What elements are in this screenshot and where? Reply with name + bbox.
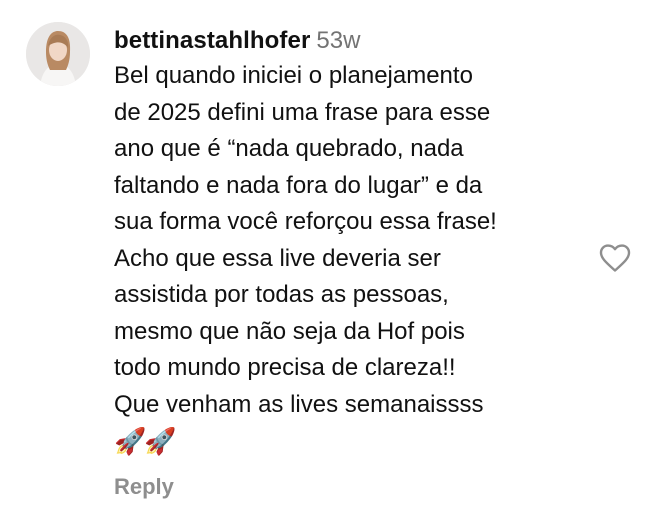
- comment-line: assistida por todas as pessoas,: [114, 281, 449, 308]
- comment-header: bettinastahlhofer 53w: [114, 24, 594, 58]
- username-link[interactable]: bettinastahlhofer: [114, 27, 310, 54]
- comment-body: bettinastahlhofer 53w Bel quando iniciei …: [114, 24, 594, 459]
- comment-line: todo mundo precisa de clareza!!: [114, 354, 456, 381]
- comment-line: de 2025 defini uma frase para esse: [114, 98, 491, 126]
- comment-text: Bel quando iniciei o planejamento de 202…: [114, 58, 594, 459]
- comment-line: ano que é “nada quebrado, nada: [114, 135, 464, 162]
- rocket-emoji: 🚀🚀: [114, 426, 177, 456]
- comment-item: bettinastahlhofer 53w Bel quando iniciei …: [0, 0, 659, 511]
- like-button[interactable]: [598, 243, 632, 273]
- comment-line: Acho que essa live deveria ser: [114, 244, 441, 272]
- comment-line: sua forma você reforçou essa frase!: [114, 208, 497, 235]
- comment-line: faltando e nada fora do lugar” e da: [114, 171, 483, 199]
- comment-line: Bel quando iniciei o planejamento: [114, 62, 473, 89]
- reply-button[interactable]: Reply: [114, 474, 174, 500]
- comment-line: Que venham as lives semanaissss: [114, 390, 484, 418]
- avatar[interactable]: [26, 22, 90, 86]
- heart-outline-icon: [599, 244, 631, 272]
- comment-line: mesmo que não seja da Hof pois: [114, 317, 465, 345]
- avatar-image: [26, 22, 90, 86]
- comment-timestamp[interactable]: 53w: [316, 27, 360, 54]
